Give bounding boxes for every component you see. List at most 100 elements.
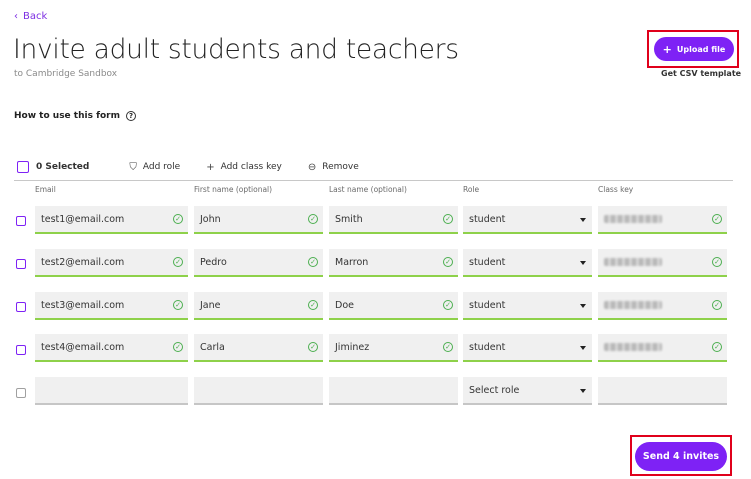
email-value: test2@email.com xyxy=(41,256,125,268)
add-class-key-button[interactable]: + Add class key xyxy=(206,162,282,173)
check-circle-icon: ✓ xyxy=(443,300,453,310)
caret-down-icon xyxy=(580,389,586,393)
page-title: Invite adult students and teachers xyxy=(13,34,459,65)
shield-icon: ⛉ xyxy=(129,161,137,173)
email-value: test1@email.com xyxy=(41,213,125,225)
redacted-class-key xyxy=(604,215,662,223)
column-header-last-name: Last name (optional) xyxy=(329,185,407,194)
row-checkbox[interactable] xyxy=(16,388,26,398)
check-circle-icon: ✓ xyxy=(308,214,318,224)
add-role-button[interactable]: ⛉ Add role xyxy=(129,162,180,173)
first-name-value: Pedro xyxy=(200,256,227,268)
plus-icon: + xyxy=(206,161,215,173)
caret-down-icon xyxy=(580,261,586,265)
first-name-field[interactable]: Pedro ✓ xyxy=(194,249,323,277)
redacted-class-key xyxy=(604,301,662,309)
bulk-toolbar: 0 Selected ⛉ Add role + Add class key ⊖ … xyxy=(17,159,385,175)
row-checkbox[interactable] xyxy=(16,216,26,226)
class-key-field[interactable]: ✓ xyxy=(598,292,727,320)
page-subtitle: to Cambridge Sandbox xyxy=(14,69,118,79)
back-link[interactable]: ‹ Back xyxy=(14,11,47,22)
email-field[interactable]: test3@email.com ✓ xyxy=(35,292,188,320)
upload-file-label: Upload file xyxy=(676,44,726,54)
row-checkbox[interactable] xyxy=(16,302,26,312)
check-circle-icon: ✓ xyxy=(443,342,453,352)
check-circle-icon: ✓ xyxy=(712,214,722,224)
check-circle-icon: ✓ xyxy=(308,257,318,267)
check-circle-icon: ✓ xyxy=(173,257,183,267)
how-to-use-help[interactable]: How to use this form ? xyxy=(14,111,136,121)
remove-button[interactable]: ⊖ Remove xyxy=(308,162,359,173)
class-key-field[interactable]: ✓ xyxy=(598,334,727,362)
first-name-field[interactable]: Jane ✓ xyxy=(194,292,323,320)
role-select[interactable]: student xyxy=(463,334,592,362)
check-circle-icon: ✓ xyxy=(173,342,183,352)
check-circle-icon: ✓ xyxy=(308,342,318,352)
selected-count: 0 Selected xyxy=(36,162,90,172)
column-header-class-key: Class key xyxy=(598,185,634,194)
check-circle-icon: ✓ xyxy=(173,300,183,310)
check-circle-icon: ✓ xyxy=(443,214,453,224)
email-field[interactable] xyxy=(35,377,188,405)
caret-down-icon xyxy=(580,304,586,308)
class-key-field[interactable] xyxy=(598,377,727,405)
role-value: student xyxy=(469,213,506,225)
upload-file-button[interactable]: + Upload file xyxy=(654,37,734,61)
role-select[interactable]: Select role xyxy=(463,377,592,405)
plus-icon: + xyxy=(662,42,672,56)
add-class-key-label: Add class key xyxy=(220,162,282,172)
select-all-checkbox[interactable] xyxy=(17,161,29,173)
last-name-value: Marron xyxy=(335,256,369,268)
remove-label: Remove xyxy=(322,162,359,172)
how-to-use-label: How to use this form xyxy=(14,111,120,121)
column-header-role: Role xyxy=(463,185,480,194)
role-select[interactable]: student xyxy=(463,292,592,320)
last-name-value: Smith xyxy=(335,213,363,225)
check-circle-icon: ✓ xyxy=(712,300,722,310)
send-invites-button[interactable]: Send 4 invites xyxy=(635,442,727,471)
role-select[interactable]: student xyxy=(463,206,592,234)
first-name-field[interactable]: Carla ✓ xyxy=(194,334,323,362)
check-circle-icon: ✓ xyxy=(173,214,183,224)
caret-down-icon xyxy=(580,346,586,350)
email-value: test3@email.com xyxy=(41,299,125,311)
check-circle-icon: ✓ xyxy=(443,257,453,267)
table-divider xyxy=(14,180,733,181)
first-name-value: John xyxy=(200,213,221,225)
role-value: student xyxy=(469,299,506,311)
row-checkbox[interactable] xyxy=(16,345,26,355)
class-key-field[interactable]: ✓ xyxy=(598,249,727,277)
email-value: test4@email.com xyxy=(41,341,125,353)
caret-down-icon xyxy=(580,218,586,222)
back-label: Back xyxy=(23,11,48,22)
minus-circle-icon: ⊖ xyxy=(307,161,317,173)
role-value: student xyxy=(469,341,506,353)
check-circle-icon: ✓ xyxy=(712,257,722,267)
email-field[interactable]: test2@email.com ✓ xyxy=(35,249,188,277)
row-checkbox[interactable] xyxy=(16,259,26,269)
last-name-field[interactable]: Marron ✓ xyxy=(329,249,458,277)
first-name-value: Jane xyxy=(200,299,221,311)
first-name-field[interactable]: John ✓ xyxy=(194,206,323,234)
column-header-email: Email xyxy=(35,185,56,194)
csv-template-link[interactable]: Get CSV template xyxy=(661,69,741,78)
first-name-field[interactable] xyxy=(194,377,323,405)
first-name-value: Carla xyxy=(200,341,225,353)
email-field[interactable]: test4@email.com ✓ xyxy=(35,334,188,362)
check-circle-icon: ✓ xyxy=(308,300,318,310)
question-circle-icon: ? xyxy=(125,111,136,121)
role-value: student xyxy=(469,256,506,268)
last-name-field[interactable] xyxy=(329,377,458,405)
column-header-first-name: First name (optional) xyxy=(194,185,273,194)
last-name-field[interactable]: Smith ✓ xyxy=(329,206,458,234)
role-select[interactable]: student xyxy=(463,249,592,277)
class-key-field[interactable]: ✓ xyxy=(598,206,727,234)
last-name-field[interactable]: Doe ✓ xyxy=(329,292,458,320)
check-circle-icon: ✓ xyxy=(712,342,722,352)
chevron-left-icon: ‹ xyxy=(14,11,18,22)
redacted-class-key xyxy=(604,343,662,351)
redacted-class-key xyxy=(604,258,662,266)
last-name-value: Doe xyxy=(335,299,354,311)
email-field[interactable]: test1@email.com ✓ xyxy=(35,206,188,234)
last-name-field[interactable]: Jiminez ✓ xyxy=(329,334,458,362)
